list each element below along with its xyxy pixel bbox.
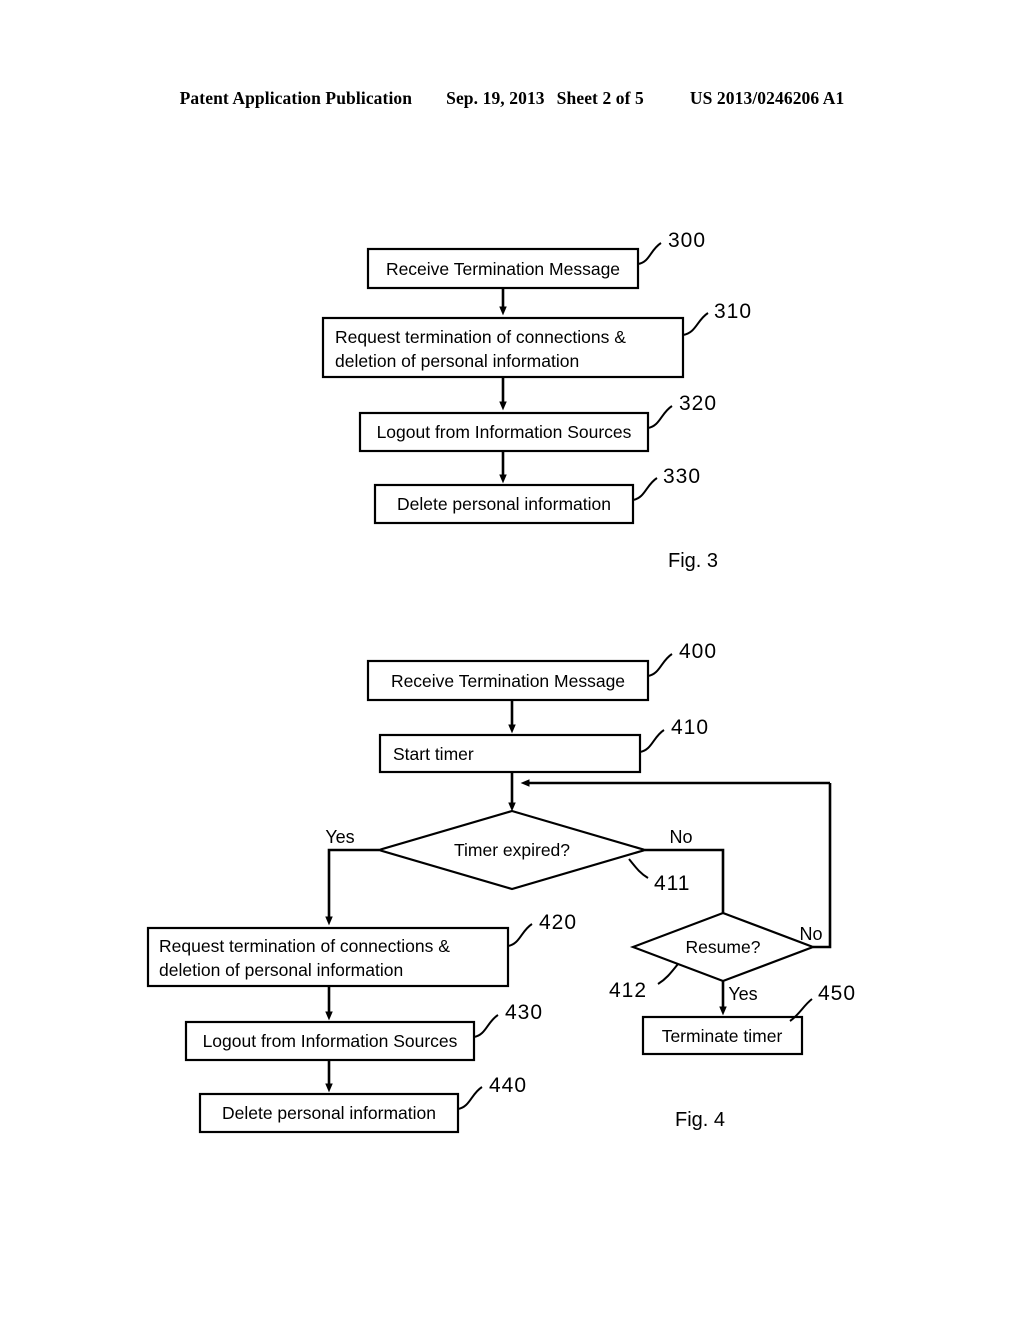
flow-node-400: Receive Termination Message 400	[366, 640, 717, 702]
node-430-leader	[473, 1014, 499, 1038]
node-330-leader	[632, 477, 658, 501]
flow-node-411: Timer expired? 411 Yes No	[325, 809, 693, 895]
node-310-leader	[682, 312, 709, 336]
node-450-ref: 450	[818, 982, 856, 1005]
figure-4: Receive Termination Message 400 Start ti…	[146, 640, 856, 1134]
flow-node-412: Resume? 412 No Yes	[609, 911, 823, 1004]
node-420-label-line2: deletion of personal information	[159, 960, 403, 980]
node-440-label: Delete personal information	[222, 1103, 436, 1123]
node-410-ref: 410	[671, 716, 709, 739]
node-411-branch-no-label: No	[669, 827, 692, 847]
node-300-label: Receive Termination Message	[386, 259, 620, 279]
node-440-ref: 440	[489, 1074, 527, 1097]
connector-411-yes-to-420	[325, 848, 379, 926]
connector-412-no-riser	[813, 783, 832, 949]
flowchart-canvas: Receive Termination Message 300 Request …	[146, 229, 856, 1134]
node-412-branch-no-label: No	[799, 924, 822, 944]
flow-node-310: Request termination of connections & del…	[321, 300, 752, 379]
figure-3: Receive Termination Message 300 Request …	[321, 229, 752, 572]
node-450-label: Terminate timer	[662, 1026, 783, 1046]
node-300-ref: 300	[668, 229, 706, 252]
node-411-leader	[628, 858, 649, 879]
node-412-branch-yes-label: Yes	[728, 984, 757, 1004]
node-430-label: Logout from Information Sources	[203, 1031, 458, 1051]
node-330-label: Delete personal information	[397, 494, 611, 514]
node-420-label-line1: Request termination of connections &	[159, 936, 450, 956]
patent-drawing-page: Patent Application Publication Sep. 19, …	[0, 0, 1024, 1320]
flow-node-420: Request termination of connections & del…	[146, 911, 577, 988]
node-320-label: Logout from Information Sources	[377, 422, 632, 442]
node-420-leader	[507, 923, 533, 947]
node-400-leader	[647, 653, 673, 677]
node-412-label: Resume?	[686, 937, 761, 957]
node-310-label-line2: deletion of personal information	[335, 351, 579, 371]
node-320-ref: 320	[679, 392, 717, 415]
node-400-ref: 400	[679, 640, 717, 663]
node-310-ref: 310	[714, 300, 752, 323]
node-300-leader	[637, 242, 662, 265]
node-440-leader	[457, 1086, 483, 1110]
node-430-ref: 430	[505, 1001, 543, 1024]
node-410-leader	[639, 729, 665, 753]
figure-3-caption: Fig. 3	[668, 550, 718, 572]
node-412-ref: 412	[609, 979, 647, 1002]
node-410-label: Start timer	[393, 744, 474, 764]
flow-node-430: Logout from Information Sources 430	[184, 1001, 543, 1062]
flow-node-300: Receive Termination Message 300	[366, 229, 706, 290]
node-411-label: Timer expired?	[454, 840, 570, 860]
node-310-label-line1: Request termination of connections &	[335, 327, 626, 347]
node-330-ref: 330	[663, 465, 701, 488]
node-420-ref: 420	[539, 911, 577, 934]
node-411-ref: 411	[654, 872, 690, 895]
figure-4-caption: Fig. 4	[675, 1109, 725, 1131]
flow-node-410: Start timer 410	[378, 716, 709, 774]
node-411-branch-yes-label: Yes	[325, 827, 354, 847]
node-320-leader	[647, 405, 673, 429]
flow-node-330: Delete personal information 330	[373, 465, 701, 525]
node-412-leader	[657, 963, 679, 985]
flow-node-440: Delete personal information 440	[198, 1074, 527, 1134]
flow-node-320: Logout from Information Sources 320	[358, 392, 717, 453]
node-400-label: Receive Termination Message	[391, 671, 625, 691]
